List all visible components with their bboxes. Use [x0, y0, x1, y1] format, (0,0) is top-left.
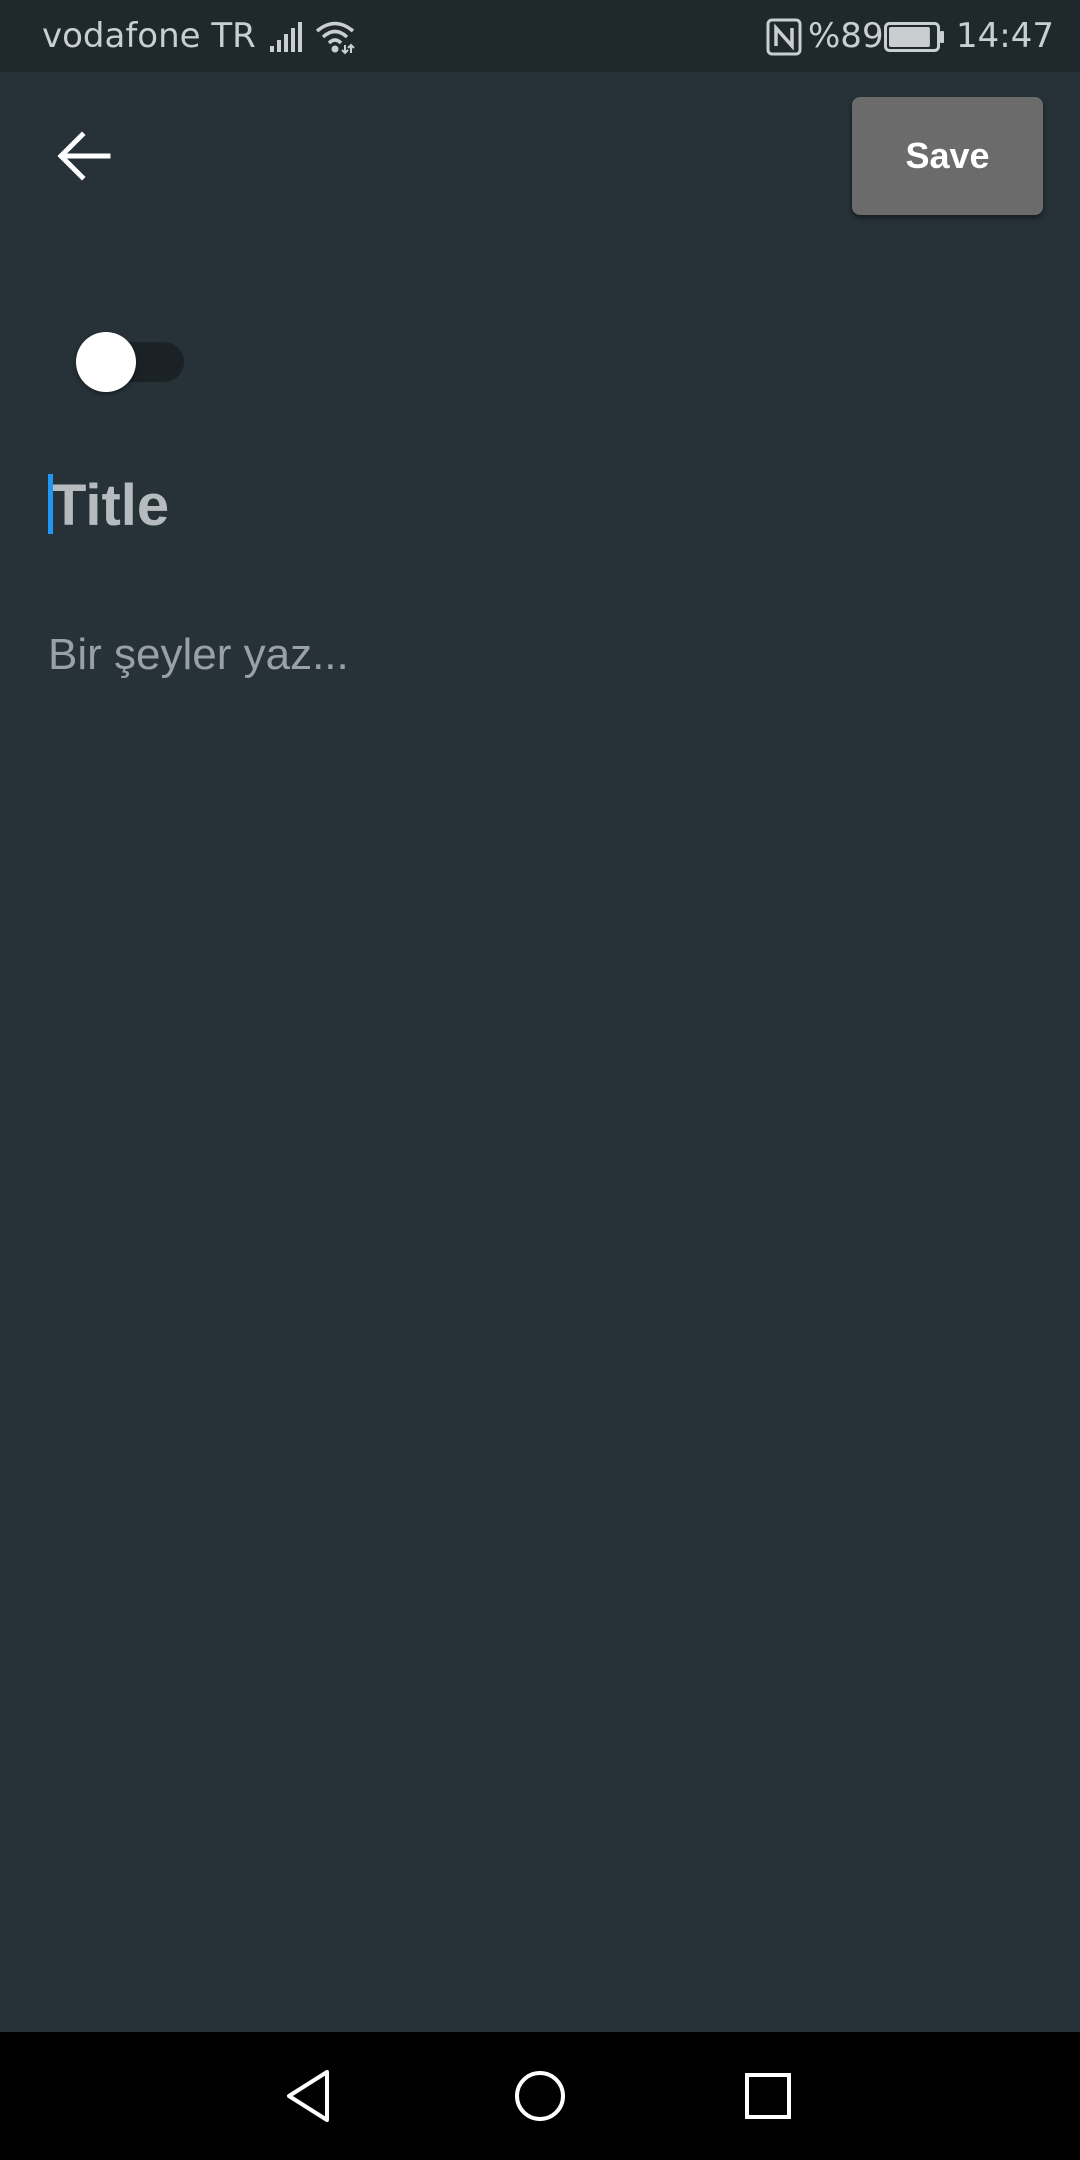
status-bar: vodafone TR %89 14:47 [0, 0, 1080, 72]
clock: 14:47 [956, 16, 1054, 56]
nav-home-icon [515, 2071, 565, 2121]
title-field-wrapper [48, 466, 1038, 546]
wifi-icon [315, 21, 355, 55]
nav-recents-icon [745, 2073, 791, 2119]
signal-icon [270, 22, 302, 52]
back-button[interactable] [44, 120, 124, 192]
nav-home-button[interactable] [504, 2060, 576, 2132]
system-navigation-bar [0, 2032, 1080, 2160]
toggle-thumb [76, 332, 136, 392]
note-editor-screen: vodafone TR %89 14:47 Save Title Bir şey… [0, 0, 1080, 2160]
nav-back-icon [287, 2070, 329, 2122]
toggle-switch[interactable] [76, 330, 188, 392]
nav-recents-button[interactable] [732, 2060, 804, 2132]
note-body-input[interactable] [48, 630, 1028, 1930]
battery-percent: %89 [808, 16, 884, 56]
arrow-left-icon [57, 131, 111, 181]
title-input[interactable] [51, 466, 1031, 544]
nav-back-button[interactable] [272, 2060, 344, 2132]
save-button[interactable]: Save [852, 97, 1043, 215]
carrier-name: vodafone TR [42, 16, 256, 56]
text-caret [48, 474, 53, 534]
nfc-icon [766, 18, 802, 56]
battery-icon [884, 22, 944, 52]
